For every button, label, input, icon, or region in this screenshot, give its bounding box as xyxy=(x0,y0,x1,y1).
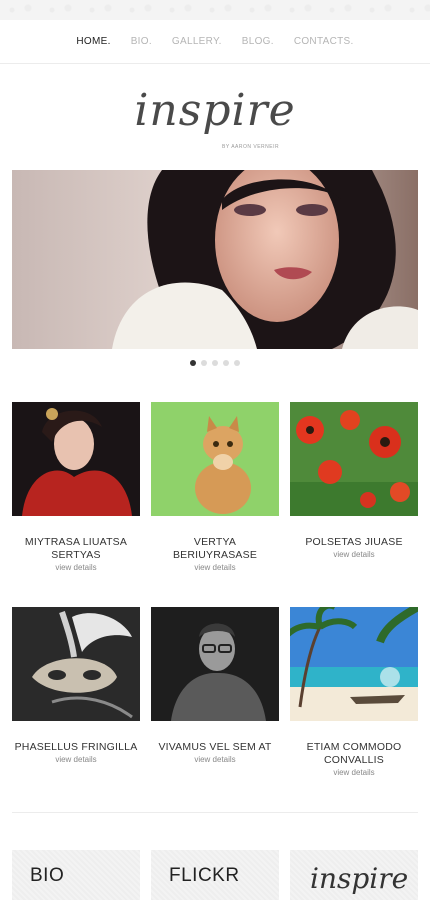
footer-tile-flickr[interactable]: FLICKR xyxy=(151,850,279,900)
footer-tile-label: BIO xyxy=(30,865,65,886)
site-logo[interactable]: inspire BY AARON VERNEIR xyxy=(0,64,430,170)
hero-slider-image[interactable] xyxy=(12,170,418,349)
footer-logo-wordmark: inspire xyxy=(310,862,409,895)
gallery-card: ETIAM COMMODO CONVALLIS view details xyxy=(290,607,418,777)
slider-dot-5[interactable] xyxy=(234,360,240,366)
view-details-link[interactable]: view details xyxy=(12,755,140,764)
slider-pagination xyxy=(0,360,430,366)
footer-tile-label: FLICKR xyxy=(169,865,240,886)
logo-wordmark: inspire xyxy=(134,85,296,136)
main-nav: HOME. BIO. GALLERY. BLOG. CONTACTS. xyxy=(0,20,430,64)
gallery-thumb-mask[interactable] xyxy=(12,607,140,721)
gallery-thumb-beach[interactable] xyxy=(290,607,418,721)
nav-item-blog[interactable]: BLOG. xyxy=(232,36,284,47)
view-details-link[interactable]: view details xyxy=(290,768,418,777)
gallery-card: VERTYA BERIUYRASASE view details xyxy=(151,402,279,572)
gallery-card: MIYTRASA LIUATSA SERTYAS view details xyxy=(12,402,140,572)
nav-item-bio[interactable]: BIO. xyxy=(121,36,162,47)
footer-tile-logo[interactable]: inspire xyxy=(290,850,418,900)
nav-item-contacts[interactable]: CONTACTS. xyxy=(284,36,364,47)
gallery-card-title: VIVAMUS VEL SEM AT xyxy=(158,741,272,753)
slider-dot-2[interactable] xyxy=(201,360,207,366)
gallery-card-title: VERTYA BERIUYRASASE xyxy=(172,536,258,561)
nav-item-gallery[interactable]: GALLERY. xyxy=(162,36,232,47)
top-pattern-band xyxy=(0,0,430,20)
gallery-card: PHASELLUS FRINGILLA view details xyxy=(12,607,140,764)
section-divider xyxy=(12,812,418,813)
view-details-link[interactable]: view details xyxy=(151,563,279,572)
gallery-card: POLSETAS JIUASE view details xyxy=(290,402,418,559)
gallery-card: VIVAMUS VEL SEM AT view details xyxy=(151,607,279,764)
slider-dot-1[interactable] xyxy=(190,360,196,366)
gallery-card-title: MIYTRASA LIUATSA SERTYAS xyxy=(24,536,128,561)
gallery-card-title: ETIAM COMMODO CONVALLIS xyxy=(306,741,402,766)
gallery-card-title: PHASELLUS FRINGILLA xyxy=(14,741,138,753)
slider-dot-3[interactable] xyxy=(212,360,218,366)
view-details-link[interactable]: view details xyxy=(12,563,140,572)
gallery-thumb-cat[interactable] xyxy=(151,402,279,516)
gallery-thumb-man[interactable] xyxy=(151,607,279,721)
hero-portrait-illustration xyxy=(12,170,418,349)
gallery-thumb-poppies[interactable] xyxy=(290,402,418,516)
view-details-link[interactable]: view details xyxy=(151,755,279,764)
logo-byline: BY AARON VERNEIR xyxy=(222,144,280,150)
gallery-thumb-woman[interactable] xyxy=(12,402,140,516)
footer-tile-bio[interactable]: BIO xyxy=(12,850,140,900)
slider-dot-4[interactable] xyxy=(223,360,229,366)
gallery-card-title: POLSETAS JIUASE xyxy=(305,536,403,548)
nav-item-home[interactable]: HOME. xyxy=(66,36,120,47)
view-details-link[interactable]: view details xyxy=(290,550,418,559)
